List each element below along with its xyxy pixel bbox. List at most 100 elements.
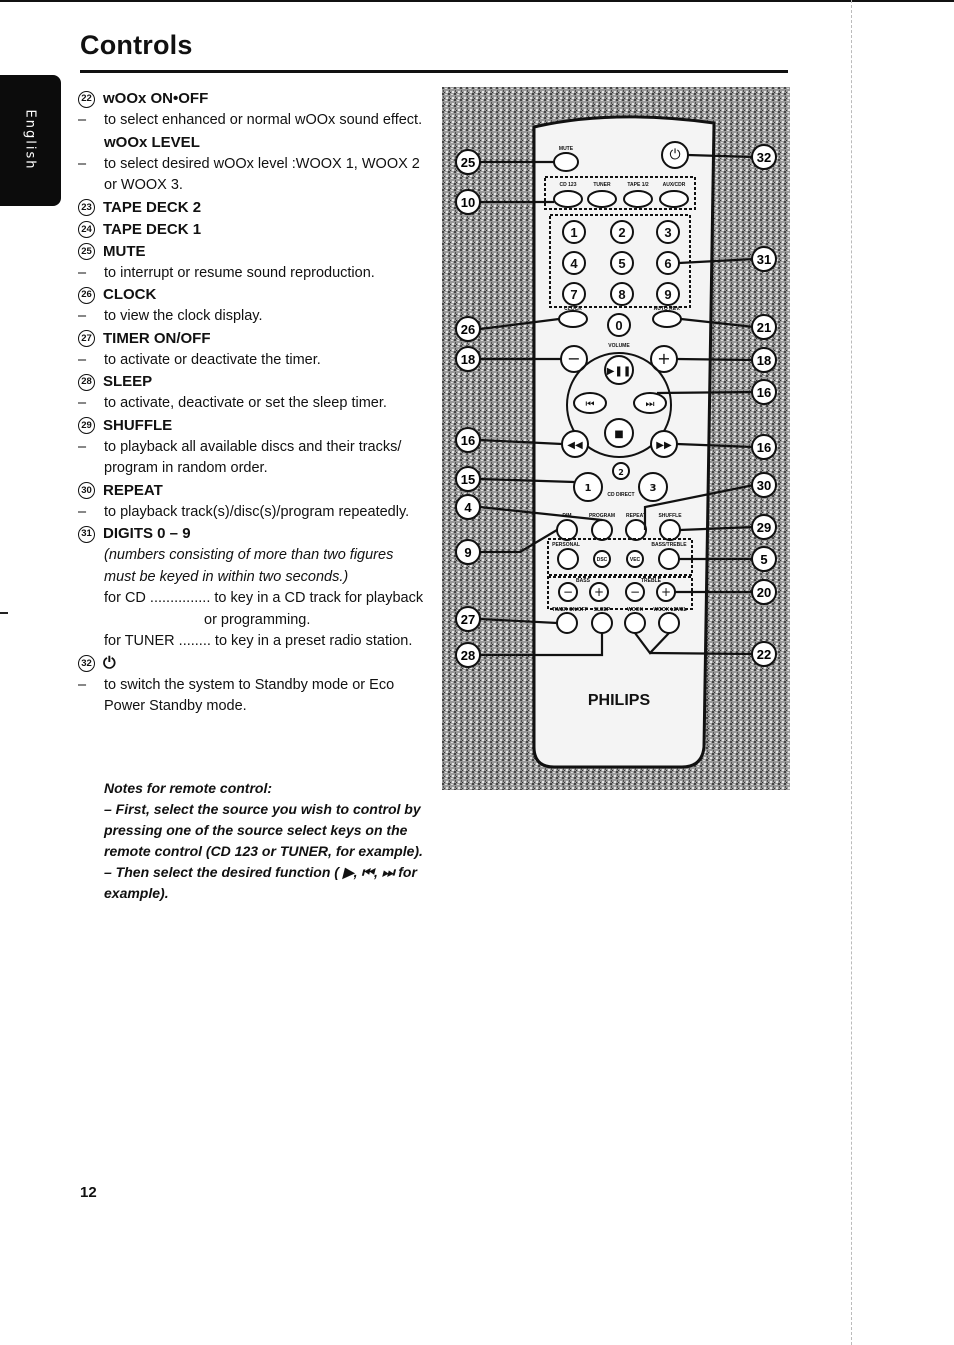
svg-text:20: 20 <box>757 585 771 600</box>
callout-badge: 22 <box>751 641 777 667</box>
svg-text:28: 28 <box>461 648 475 663</box>
item-heading: 29 SHUFFLE <box>78 415 428 437</box>
controls-list: 22 wOOx ON•OFF – to select enhanced or no… <box>78 88 428 718</box>
item-description: – to select desired wOOx level :WOOX 1, W… <box>78 155 420 194</box>
callout-badge: 21 <box>751 314 777 340</box>
item-heading: 31 DIGITS 0 – 9 <box>78 523 428 545</box>
item-description: – to playback all available discs and the… <box>78 438 402 477</box>
callout-badge: 29 <box>751 514 777 540</box>
item-heading: 25 MUTE <box>78 241 428 263</box>
digit-5-label: 5 <box>618 256 625 271</box>
item-label: MUTE <box>103 242 146 260</box>
item-number-badge: 23 <box>78 199 95 216</box>
woox-label: WOOX <box>627 607 643 613</box>
shuffle-label: SHUFFLE <box>658 513 682 519</box>
callout-badge: 32 <box>751 144 777 170</box>
item-description: – to switch the system to Standby mode or… <box>78 676 395 715</box>
next-icon: ⏭ <box>646 399 655 410</box>
item-number-badge: 30 <box>78 482 95 499</box>
item-heading: 32 ⏻ <box>78 653 428 675</box>
volume-down-icon: − <box>567 349 580 368</box>
svg-text:21: 21 <box>757 320 771 335</box>
item-number-badge: 24 <box>78 221 95 238</box>
treble-minus-icon: − <box>630 585 640 599</box>
cd3-icon: 3 <box>650 483 657 494</box>
remote-notes: Notes for remote control: – First, selec… <box>104 778 424 904</box>
item-heading: 28 SLEEP <box>78 371 428 393</box>
callout-badge: 25 <box>455 149 481 175</box>
item-label: TIMER ON/OFF <box>103 329 211 347</box>
item-label: TAPE DECK 1 <box>103 220 202 238</box>
item-description: – to select enhanced or normal wOOx sound… <box>78 112 423 128</box>
callout-badge: 20 <box>751 579 777 605</box>
item-number-badge: 22 <box>78 90 95 108</box>
callout-badge: 28 <box>455 642 481 668</box>
svg-text:32: 32 <box>757 150 771 165</box>
svg-text:15: 15 <box>461 472 475 487</box>
digit-2-label: 2 <box>618 225 625 240</box>
woox-level-label: WOOX LEVEL <box>653 607 686 613</box>
bass-label: BASS <box>576 578 591 584</box>
language-tab-label: English <box>22 109 38 171</box>
mute-label: MUTE <box>559 146 574 152</box>
digit-8-label: 8 <box>618 287 625 302</box>
cd-label: CD 123 <box>560 182 577 188</box>
previous-icon: ⏮ <box>586 399 595 410</box>
cd2-icon: 2 <box>618 468 624 477</box>
bass-treble-label: BASS/TREBLE <box>651 542 687 548</box>
item-heading: 27 TIMER ON/OFF <box>78 328 428 350</box>
item-label: DIGITS 0 – 9 <box>103 525 191 543</box>
item-description: – to activate, deactivate or set the slee… <box>78 395 387 411</box>
item-number-badge: 28 <box>78 373 95 391</box>
rewind-icon: ◀◀ <box>567 440 583 451</box>
svg-text:16: 16 <box>757 440 771 455</box>
digit-4-label: 4 <box>570 256 578 271</box>
volume-up-icon: + <box>657 349 670 368</box>
page-margin-guide <box>851 0 852 1345</box>
tuner-label: TUNER <box>593 182 611 188</box>
svg-text:5: 5 <box>760 552 767 567</box>
digit-3-label: 3 <box>664 225 671 240</box>
item-label: SHUFFLE <box>103 416 173 434</box>
page-number: 12 <box>80 1184 97 1201</box>
clock-label: CLOCK <box>564 306 582 312</box>
item-number-badge: 31 <box>78 525 95 543</box>
svg-text:31: 31 <box>757 252 771 267</box>
callout-badge: 4 <box>455 494 481 520</box>
item-number-badge: 27 <box>78 330 95 347</box>
digit-7-label: 7 <box>570 287 577 302</box>
item-description: – to view the clock display. <box>78 308 263 324</box>
item-heading: 24 TAPE DECK 1 <box>78 219 428 241</box>
callout-badge: 16 <box>455 427 481 453</box>
title-rule <box>80 70 788 73</box>
item-note: (numbers consisting of more than two fig… <box>104 547 394 585</box>
svg-text:22: 22 <box>757 647 771 662</box>
item-number-badge: 26 <box>78 286 95 304</box>
item-usage-cd: for CD ............... to key in a CD tr… <box>104 590 424 606</box>
callout-badge: 9 <box>455 539 481 565</box>
page-title: Controls <box>80 30 193 60</box>
svg-text:16: 16 <box>461 433 475 448</box>
callout-badge: 16 <box>751 379 777 405</box>
item-label: TAPE DECK 2 <box>103 198 202 216</box>
power-button-icon: ⏻ <box>669 147 680 163</box>
callout-badge: 15 <box>455 466 481 492</box>
callout-badge: 18 <box>455 346 481 372</box>
callout-badge: 30 <box>751 472 777 498</box>
callout-badge: 18 <box>751 347 777 373</box>
autorev-label: AUTO REV. <box>654 306 681 312</box>
callout-badge: 31 <box>751 246 777 272</box>
stop-icon: ■ <box>614 429 623 440</box>
item-description: – to activate or deactivate the timer. <box>78 351 321 368</box>
play-pause-icon: ▶❚❚ <box>607 366 631 377</box>
tape-label: TAPE 1/2 <box>627 182 649 188</box>
aux-label: AUX/CDR <box>663 182 686 188</box>
svg-text:18: 18 <box>461 352 475 367</box>
cd1-icon: 1 <box>585 483 592 494</box>
item-description: – to interrupt or resume sound reproducti… <box>78 264 375 281</box>
cd-direct-label: CD DIRECT <box>607 492 634 498</box>
item-heading: 26 CLOCK <box>78 284 428 306</box>
fast-forward-icon: ▶▶ <box>656 440 672 451</box>
item-usage-tuner: for TUNER ........ to key in a preset ra… <box>104 633 413 649</box>
treble-plus-icon: + <box>661 585 671 599</box>
